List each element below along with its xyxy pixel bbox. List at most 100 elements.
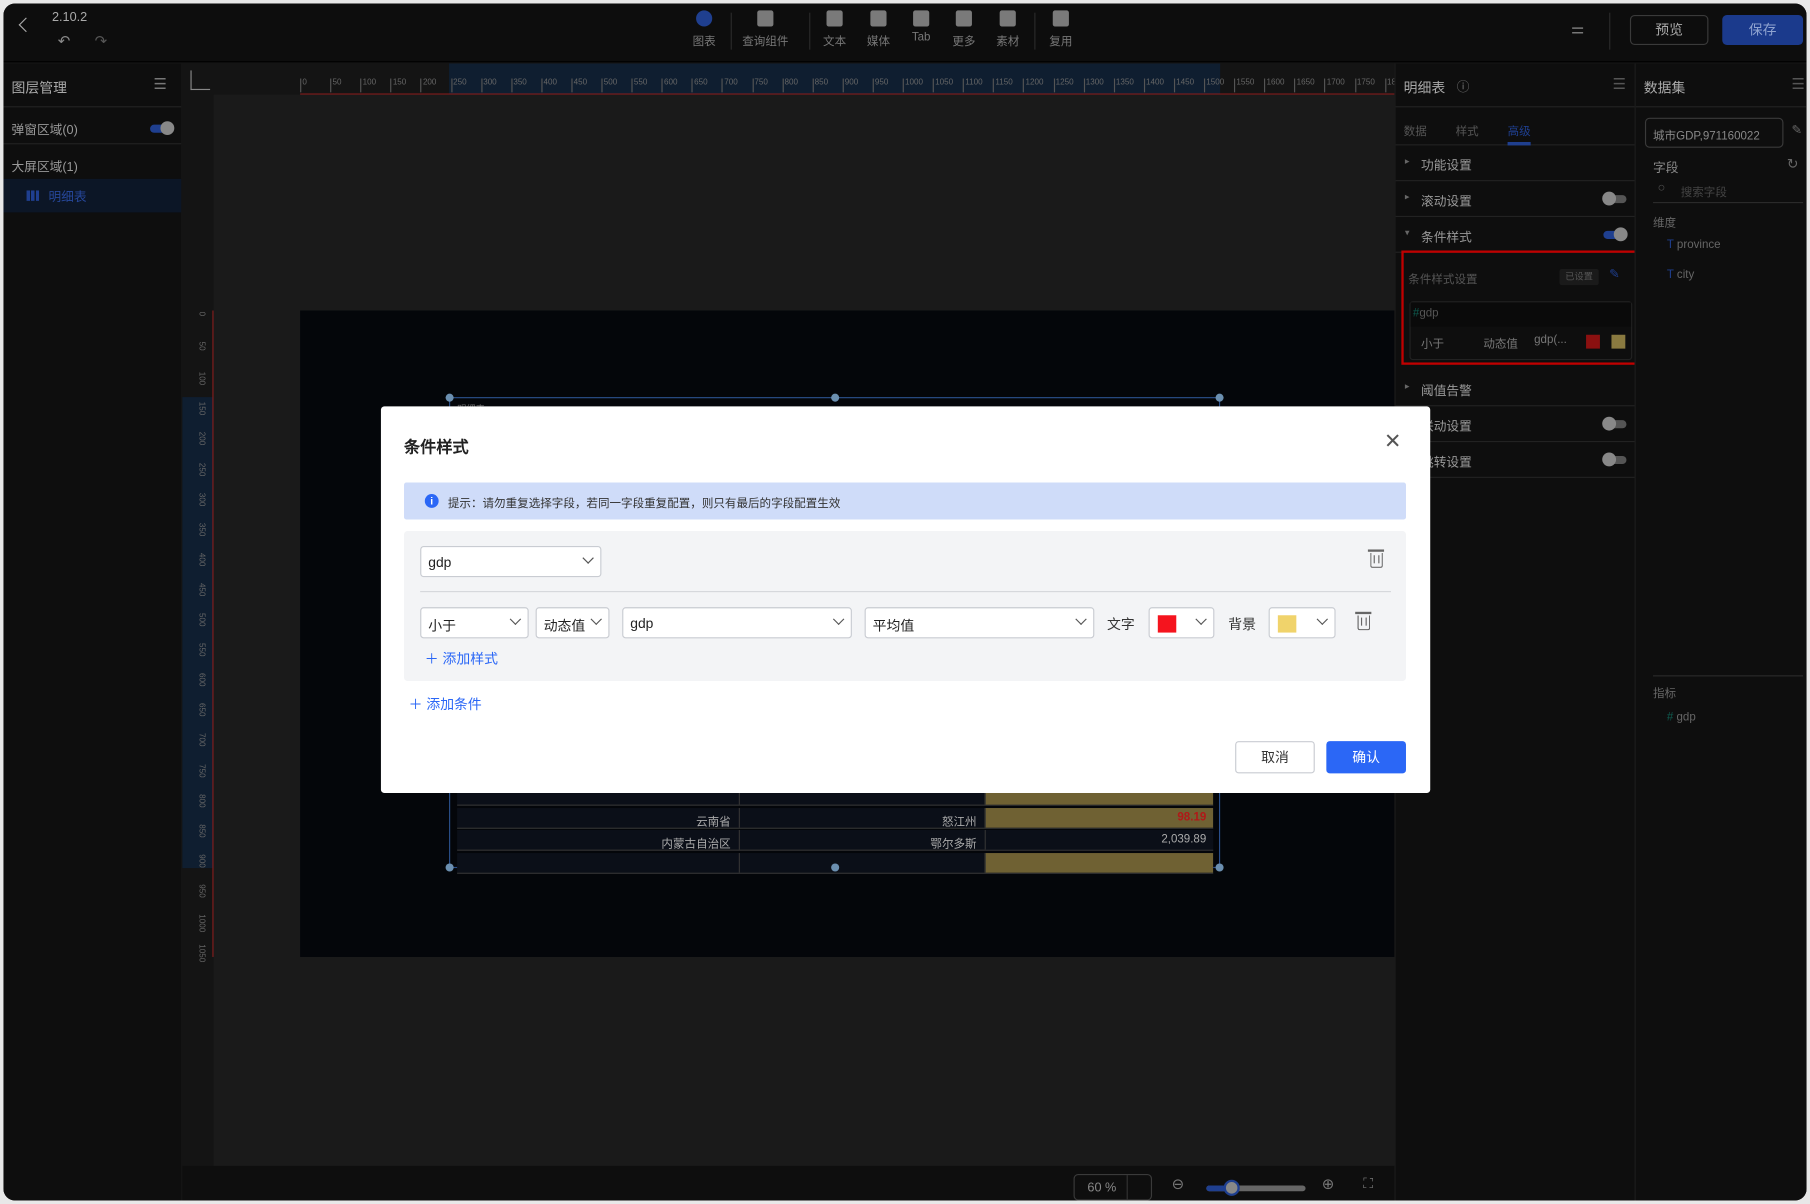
section-toggle[interactable] [1602,452,1627,467]
measure-field[interactable]: # gdp [1667,711,1696,724]
resize-handle[interactable] [445,393,454,402]
settings-sliders-icon[interactable]: ⚌ [1571,20,1584,38]
field-select[interactable]: gdp [420,546,602,578]
zoom-out-icon[interactable]: ⊖ [1172,1175,1185,1193]
resize-handle[interactable] [445,863,454,872]
edit-icon[interactable]: ✎ [1609,267,1620,282]
zoom-slider[interactable] [1206,1179,1306,1196]
ruler-tick-label: 50 [330,78,342,93]
delete-condition-icon[interactable] [1367,549,1385,568]
toolbar-copy-button[interactable]: 复用 [1038,10,1084,48]
tab-0[interactable]: 数据 [1404,121,1427,139]
info-icon[interactable]: ⓘ [1457,77,1470,95]
vertical-ruler: 0 50 100 150 200 250 300 350 400 450 500 550 600 650 7… [182,94,214,1201]
section-toggle[interactable] [1602,416,1627,431]
value-type-select[interactable]: 动态值 [535,607,610,639]
tool-label: 复用 [1049,35,1073,49]
toolbar-grid-button[interactable]: 更多 [941,10,987,48]
section-header[interactable]: ▸ 跳转设置 [1395,442,1636,478]
edit-icon[interactable]: ✎ [1792,122,1803,138]
ruler-tick-label: 950 [197,884,206,898]
undo-icon[interactable]: ↶ [58,32,71,50]
tool-label: 文本 [823,35,847,49]
dataset-select[interactable]: 城市GDP,971160022 [1644,117,1784,148]
toolbar-image-button[interactable]: 媒体 [855,10,901,48]
zoom-in-icon[interactable]: ⊕ [1322,1175,1335,1193]
value-field-select[interactable]: gdp [622,607,852,639]
confirm-button[interactable]: 确认 [1326,741,1406,774]
resize-handle[interactable] [831,863,840,872]
section-header[interactable]: ▸ 滚动设置 [1395,181,1636,218]
condition-block: gdp 小于 动态值 gdp 平均值 文字 背景 ＋ 添加样式 [404,530,1406,682]
field-search-input[interactable]: ○ 搜索字段 [1653,178,1804,204]
ruler-tick-label: 1650 [1294,78,1315,93]
ruler-tick-label: 650 [691,78,708,93]
section-header[interactable]: ▸ 功能设置 [1395,145,1636,182]
text-color-picker[interactable] [1148,607,1215,639]
ruler-tick-label: 400 [541,78,557,93]
dimension-field[interactable]: T province [1667,239,1721,252]
tool-label: 图表 [692,35,716,49]
ruler-tick-label: 800 [197,793,206,808]
add-style-button[interactable]: ＋ 添加样式 [425,649,498,669]
section-toggle[interactable] [1602,191,1627,206]
measure-label: 指标 [1653,687,1677,701]
image-icon [870,10,887,27]
tool-label: 更多 [952,35,976,49]
toolbar-chart-pie-button[interactable]: 图表 [681,10,727,48]
toolbar-palette-button[interactable]: 素材 [985,10,1031,48]
tab-2[interactable]: 高级 [1508,121,1531,139]
layer-item-table[interactable]: 明细表 [3,178,182,213]
fields-label: 字段 [1653,161,1679,176]
add-condition-button[interactable]: ＋ 添加条件 [409,694,482,714]
resize-handle[interactable] [831,393,840,402]
fit-screen-icon[interactable]: ⛶ [1363,1175,1373,1192]
tool-label: 查询组件 [742,35,789,49]
cell-gdp: 2,039.89 [1161,833,1207,847]
popup-area-toggle[interactable] [150,121,175,136]
zoom-input[interactable]: 60 % [1073,1173,1153,1201]
operator-select[interactable]: 小于 [420,607,529,639]
toolbar-text-button[interactable]: 文本 [812,10,858,48]
save-button[interactable]: 保存 [1722,15,1804,46]
close-icon[interactable]: ✕ [1384,429,1401,453]
caret-right-icon: ▸ [1404,155,1410,167]
section-header[interactable]: ▾ 条件样式 [1395,217,1636,253]
refresh-icon[interactable]: ↻ [1787,156,1799,172]
preview-button[interactable]: 预览 [1629,15,1709,46]
ruler-corner-icon[interactable] [190,70,211,91]
ruler-tick-label: 550 [197,643,206,657]
cond-type: 动态值 [1483,338,1518,351]
resize-handle[interactable] [1215,863,1224,872]
aggregation-select[interactable]: 平均值 [864,607,1095,639]
ruler-tick-label: 900 [197,853,206,868]
section-toggle[interactable] [1603,227,1628,242]
toolbar-tab-button[interactable]: Tab [898,10,944,44]
dimension-label: 维度 [1653,217,1677,230]
resize-handle[interactable] [1215,393,1224,402]
cell-gdp: 98.19 [1177,810,1207,824]
bg-color-picker[interactable] [1268,607,1336,639]
collapse-menu-icon[interactable]: ☰ [1613,75,1626,93]
ruler-tick-label: 600 [197,673,206,687]
copy-icon [1052,10,1069,27]
popup-area-label: 弹窗区域(0) [11,123,78,138]
toolbar-filter-button[interactable]: 查询组件 [742,10,788,48]
filter-icon [757,10,774,27]
dimension-field[interactable]: T city [1667,269,1694,282]
back-icon[interactable] [18,17,34,33]
delete-style-icon[interactable] [1355,611,1372,631]
ruler-tick-label: 1100 [962,78,983,93]
ruler-tick-label: 500 [601,78,617,93]
redo-icon[interactable]: ↷ [95,32,108,50]
collapse-menu-icon[interactable]: ☰ [1792,75,1805,93]
tool-label: 素材 [996,35,1020,49]
search-icon: ○ [1657,181,1666,196]
cancel-button[interactable]: 取消 [1235,741,1315,774]
collapse-menu-icon[interactable]: ☰ [154,75,167,93]
tab-1[interactable]: 样式 [1456,121,1479,139]
caret-right-icon: ▸ [1404,191,1410,203]
cell-city: 鄂尔多斯 [930,838,977,851]
section-header[interactable]: ▸ 阈值告警 [1395,371,1636,407]
section-header[interactable]: ▸ 联动设置 [1395,406,1636,443]
